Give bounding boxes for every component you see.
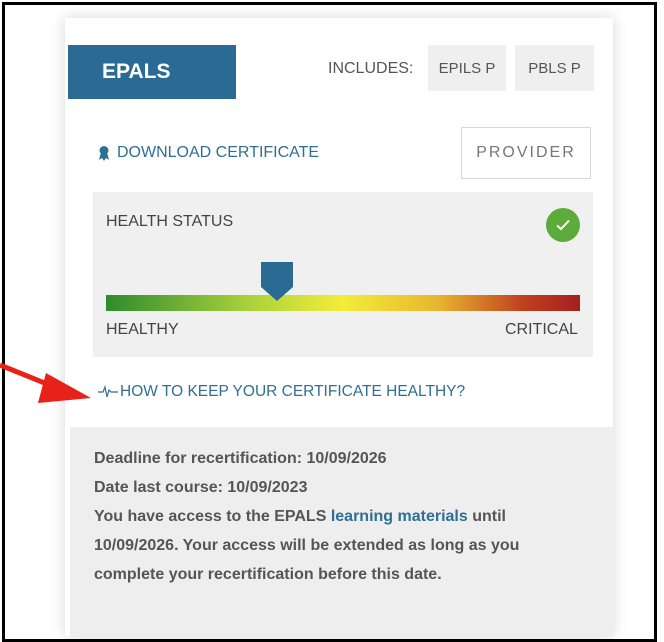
download-certificate-link[interactable]: DOWNLOAD CERTIFICATE [97, 144, 319, 162]
gauge-high-label: CRITICAL [505, 321, 578, 338]
course-badge: EPALS [68, 45, 236, 99]
download-certificate-label: DOWNLOAD CERTIFICATE [117, 144, 320, 161]
red-arrow-annotation [0, 362, 91, 403]
learning-materials-link[interactable]: learning materials [331, 508, 468, 525]
health-status-title: HEALTH STATUS [106, 213, 234, 230]
keep-certificate-healthy-label: HOW TO KEEP YOUR CERTIFICATE HEALTHY? [120, 383, 466, 400]
health-level-marker [260, 262, 293, 301]
check-circle-icon [546, 208, 580, 242]
provider-button[interactable]: PROVIDER [461, 127, 591, 179]
gauge-low-label: HEALTHY [106, 321, 179, 338]
ribbon-icon [99, 146, 109, 161]
access-text: You have access to the EPALS learning ma… [94, 502, 594, 589]
included-course-chip: EPILS P [428, 45, 506, 91]
last-course-text: Date last course: 10/09/2023 [94, 479, 308, 496]
recertification-info: Deadline for recertification: 10/09/2026… [94, 444, 594, 589]
access-text-prefix: You have access to the EPALS [94, 508, 331, 525]
pulse-icon [98, 385, 118, 398]
included-course-chip: PBLS P [515, 45, 594, 91]
includes-label: INCLUDES: [328, 60, 414, 77]
keep-certificate-healthy-link[interactable]: HOW TO KEEP YOUR CERTIFICATE HEALTHY? [98, 383, 465, 401]
health-gauge-bar [106, 295, 580, 311]
deadline-text: Deadline for recertification: 10/09/2026 [94, 450, 387, 467]
